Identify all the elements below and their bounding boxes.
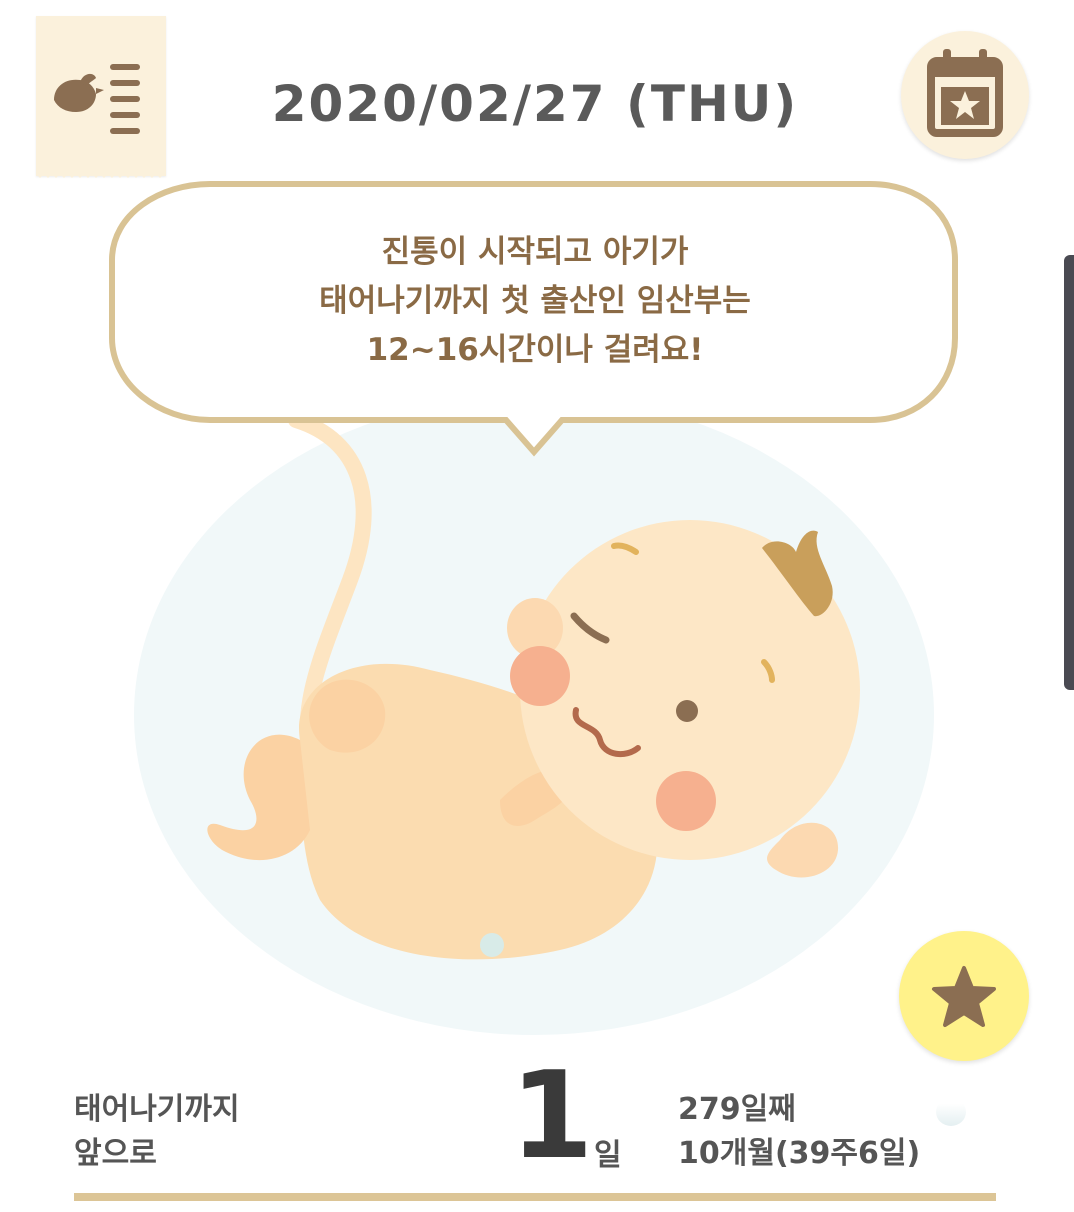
day-count: 279일째: [678, 1092, 796, 1127]
calendar-button[interactable]: [901, 31, 1029, 159]
menu-button[interactable]: [36, 16, 166, 176]
date-title: 2020/02/27 (THU): [271, 75, 799, 133]
calendar-star-icon: [927, 49, 1003, 137]
baby-cheek-left: [510, 646, 570, 706]
favorite-button[interactable]: [899, 931, 1029, 1061]
baby-cheek-right: [656, 771, 716, 831]
countdown-label: 태어나기까지 앞으로: [74, 1088, 240, 1176]
speech-bubble-text: 진통이 시작되고 아기가 태어나기까지 첫 출산인 임산부는 12~16시간이나…: [140, 228, 930, 375]
countdown-unit: 일: [594, 1138, 622, 1173]
speech-line-2: 태어나기까지 첫 출산인 임산부는: [319, 283, 751, 319]
baby-eye-open: [676, 700, 698, 722]
countdown-days: 1: [510, 1047, 594, 1186]
bottom-divider: [74, 1193, 996, 1201]
speech-line-1: 진통이 시작되고 아기가: [381, 234, 689, 270]
decorative-dot: [936, 1098, 966, 1126]
baby-knee: [309, 679, 386, 753]
star-icon: [932, 966, 996, 1027]
speech-line-3: 12~16시간이나 걸려요!: [366, 332, 704, 368]
countdown-label-line1: 태어나기까지: [74, 1092, 240, 1127]
pregnancy-progress: 279일째 10개월(39주6일): [678, 1088, 920, 1176]
bird-menu-icon: [54, 64, 140, 134]
baby-belly-dot: [480, 933, 504, 957]
countdown-label-line2: 앞으로: [74, 1136, 157, 1171]
month-week: 10개월(39주6일): [678, 1136, 921, 1171]
